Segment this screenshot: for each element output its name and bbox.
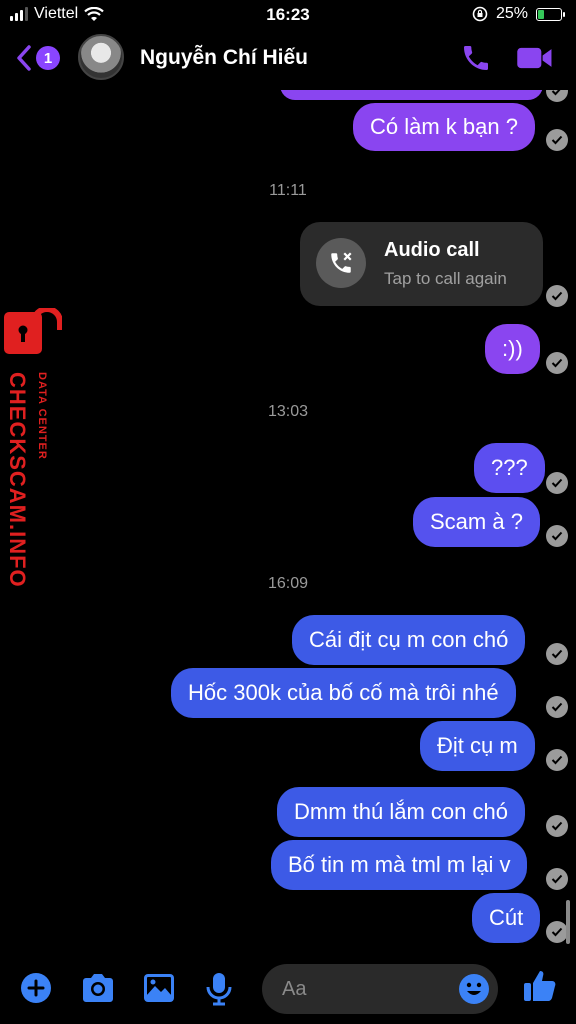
call-title: Audio call: [384, 239, 480, 261]
seen-check-icon: [546, 352, 568, 374]
seen-check-icon: [546, 472, 568, 494]
seen-check-icon: [546, 868, 568, 890]
seen-check-icon: [546, 921, 568, 943]
avatar[interactable]: [78, 34, 124, 80]
unread-badge: 1: [36, 46, 60, 70]
message-bubble[interactable]: ???: [474, 443, 545, 493]
seen-check-icon: [546, 129, 568, 151]
lock-icon: [4, 308, 62, 354]
timestamp: 16:09: [267, 575, 309, 592]
thumbs-up-icon[interactable]: [522, 968, 558, 1004]
message-input-box[interactable]: [262, 964, 498, 1014]
seen-check-icon: [546, 749, 568, 771]
chat-header: 1 Nguyễn Chí Hiếu: [0, 30, 576, 90]
seen-check-icon: [546, 815, 568, 837]
message-bubble[interactable]: Bố tin m mà tml m lại v: [271, 840, 528, 890]
watermark-text: CHECKSCAM.INFO: [5, 372, 30, 588]
message-bubble[interactable]: Hốc 300k của bố cố mà trôi nhé: [171, 668, 516, 718]
microphone-icon[interactable]: [205, 972, 233, 1006]
seen-check-icon: [546, 696, 568, 718]
battery-percent: 25%: [495, 5, 528, 22]
message-bubble[interactable]: Scam à ?: [413, 497, 540, 547]
seen-check-icon: [546, 285, 568, 307]
rotation-lock-icon: [472, 6, 488, 22]
message-bubble[interactable]: Dmm thú lắm con chó: [277, 787, 525, 837]
timestamp: 11:11: [269, 182, 307, 199]
missed-call-icon: [316, 238, 366, 288]
composer-bar: [0, 958, 576, 1024]
battery-icon: [536, 7, 565, 21]
seen-check-icon: [546, 525, 568, 547]
plus-icon[interactable]: [20, 972, 52, 1004]
message-bubble[interactable]: Cái địt cụ m con chó: [292, 615, 526, 665]
seen-check-icon: [546, 643, 568, 665]
call-subtitle: Tap to call again: [384, 269, 507, 288]
emoji-icon[interactable]: [458, 973, 490, 1005]
scrollbar[interactable]: [566, 900, 570, 944]
message-bubble[interactable]: :)): [485, 324, 540, 374]
message-input[interactable]: [282, 976, 442, 1002]
message-bubble[interactable]: Có làm k bạn ?: [353, 103, 535, 151]
watermark-subtext: DATA CENTER: [36, 372, 48, 460]
contact-name[interactable]: Nguyễn Chí Hiếu: [140, 46, 308, 70]
camera-icon[interactable]: [80, 972, 116, 1004]
audio-call-card[interactable]: Audio call Tap to call again: [300, 222, 543, 306]
timestamp: 13:03: [267, 403, 309, 420]
phone-icon[interactable]: [460, 42, 492, 74]
image-icon[interactable]: [142, 972, 176, 1004]
watermark: CHECKSCAM.INFO DATA CENTER: [2, 308, 62, 588]
back-button[interactable]: 1: [16, 44, 60, 72]
status-bar: Viettel 16:23 25%: [0, 0, 576, 30]
message-bubble[interactable]: Địt cụ m: [420, 721, 535, 771]
back-chevron-icon: [17, 45, 31, 71]
video-icon[interactable]: [516, 42, 554, 74]
message-bubble[interactable]: Cút: [472, 893, 541, 943]
